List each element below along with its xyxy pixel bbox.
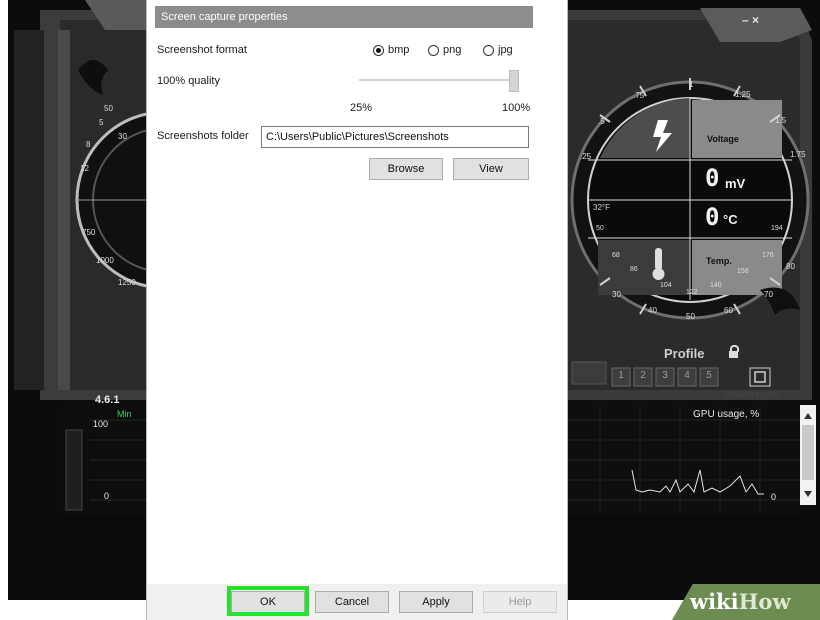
temp-outer-tick: 60: [724, 306, 733, 315]
powered-by-label: Powered by Riva: [726, 392, 779, 399]
help-button[interactable]: Help: [483, 591, 557, 613]
wikihow-logo: wikiHow: [690, 589, 791, 614]
format-radio-png[interactable]: png: [428, 44, 461, 56]
temp-tick: 176: [762, 252, 774, 259]
gauge-tick: 1.5: [775, 116, 787, 125]
voltage-unit: mV: [725, 176, 746, 191]
profile-slot-5[interactable]: 5: [700, 370, 718, 381]
screenshots-folder-label: Screenshots folder: [157, 130, 249, 142]
temp-f-label: 32°F: [593, 203, 610, 212]
section-header: Screen capture properties: [155, 6, 533, 28]
gpu-usage-zero: 0: [771, 492, 777, 502]
quality-min-label: 25%: [350, 102, 373, 114]
temp-tick: 104: [660, 282, 672, 289]
temp-outer-tick: 50: [686, 312, 695, 321]
ok-button-highlight: [227, 586, 309, 616]
browse-button[interactable]: Browse: [369, 158, 443, 180]
format-radio-bmp[interactable]: bmp: [373, 44, 409, 56]
temp-outer-tick: 70: [764, 290, 773, 299]
voltage-label: Voltage: [707, 134, 739, 144]
temp-outer-tick: 80: [786, 262, 795, 271]
gauge-tick: .75: [633, 91, 645, 100]
left-graph-top-label: 100: [93, 419, 109, 429]
left-gauge-tick: 1250: [118, 278, 136, 287]
temp-label: Temp.: [706, 256, 732, 266]
left-gauge-tick: 30: [118, 132, 127, 141]
radio-empty-icon: [483, 44, 494, 56]
left-gauge-tick: 12: [80, 164, 89, 173]
temp-outer-tick: 40: [648, 306, 657, 315]
quality-max-label: 100%: [502, 102, 531, 114]
profile-slot-4[interactable]: 4: [678, 370, 696, 381]
profile-slot-3[interactable]: 3: [656, 370, 674, 381]
profile-slot-2[interactable]: 2: [634, 370, 652, 381]
screenshot-format-label: Screenshot format: [157, 44, 247, 56]
apply-button[interactable]: Apply: [399, 591, 473, 613]
temp-tick: 86: [630, 266, 638, 273]
lock-icon[interactable]: [729, 345, 739, 358]
version-label: 4.6.1: [95, 394, 120, 406]
temperature-value: 0: [705, 203, 720, 231]
left-gauge-tick: 750: [82, 228, 96, 237]
gpu-usage-graph: [566, 400, 800, 515]
gpu-usage-title: GPU usage, %: [693, 409, 760, 420]
temp-tick: 194: [771, 225, 783, 232]
format-png-label: png: [443, 44, 462, 56]
temp-tick: 140: [710, 282, 722, 289]
left-gauge-tick: 50: [104, 104, 113, 113]
left-gauge-tick: 5: [99, 118, 104, 127]
format-bmp-label: bmp: [388, 44, 410, 56]
temp-tick: 158: [737, 268, 749, 275]
temperature-unit: °C: [723, 212, 738, 227]
voltage-value: 0: [705, 164, 720, 192]
temp-tick: 68: [612, 252, 620, 259]
format-radio-jpg[interactable]: jpg: [483, 44, 513, 56]
save-profile-icon[interactable]: [750, 368, 770, 386]
profile-slot-1[interactable]: 1: [612, 370, 630, 381]
radio-selected-icon: [373, 44, 384, 56]
view-button[interactable]: View: [453, 158, 529, 180]
gauge-tick: 1: [689, 80, 694, 89]
gauge-tick: .5: [598, 117, 605, 126]
temp-tick: 122: [686, 289, 698, 296]
quality-slider-thumb[interactable]: [509, 70, 519, 92]
gauge-tick: 1.25: [735, 90, 751, 99]
wikihow-logo-right: How: [738, 589, 791, 614]
radio-empty-icon: [428, 44, 439, 56]
temp-outer-tick: 30: [612, 290, 621, 299]
screen-capture-dialog: Screen capture properties Screenshot for…: [146, 0, 568, 620]
format-jpg-label: jpg: [498, 44, 513, 56]
quality-slider-track[interactable]: [359, 79, 519, 81]
gauge-tick: .25: [580, 152, 592, 161]
screenshots-folder-input[interactable]: [261, 126, 529, 148]
temp-tick: 50: [596, 225, 604, 232]
gauge-tick: 1.75: [790, 150, 806, 159]
left-gauge-tick: 1000: [96, 256, 114, 265]
quality-label: 100% quality: [157, 75, 220, 87]
min-label: Min: [117, 409, 132, 419]
left-gauge-tick: 8: [86, 140, 91, 149]
profile-label: Profile: [664, 346, 705, 361]
window-controls[interactable]: – ×: [742, 13, 759, 27]
left-graph-bottom-label: 0: [104, 491, 110, 501]
wikihow-logo-left: wiki: [690, 589, 739, 614]
cancel-button[interactable]: Cancel: [315, 591, 389, 613]
